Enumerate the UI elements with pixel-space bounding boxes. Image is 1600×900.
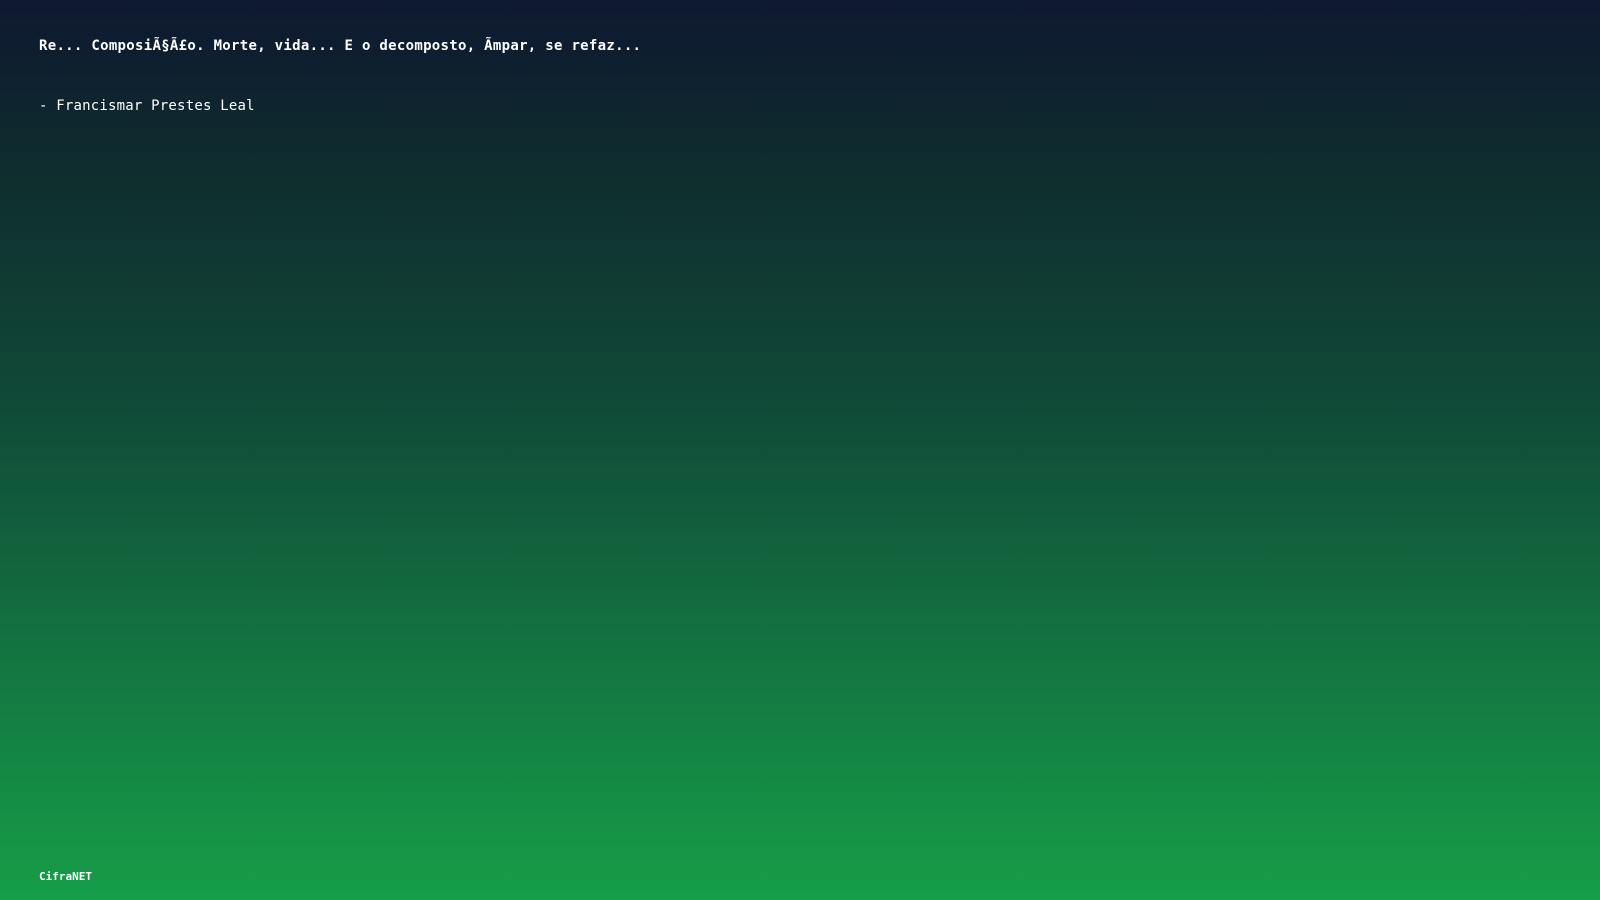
brand-label: CifraNET (39, 870, 92, 883)
quote-author: - Francismar Prestes Leal (39, 98, 255, 114)
quote-text: Re... ComposiÃ§Ã£o. Morte, vida... E o d… (39, 38, 642, 54)
